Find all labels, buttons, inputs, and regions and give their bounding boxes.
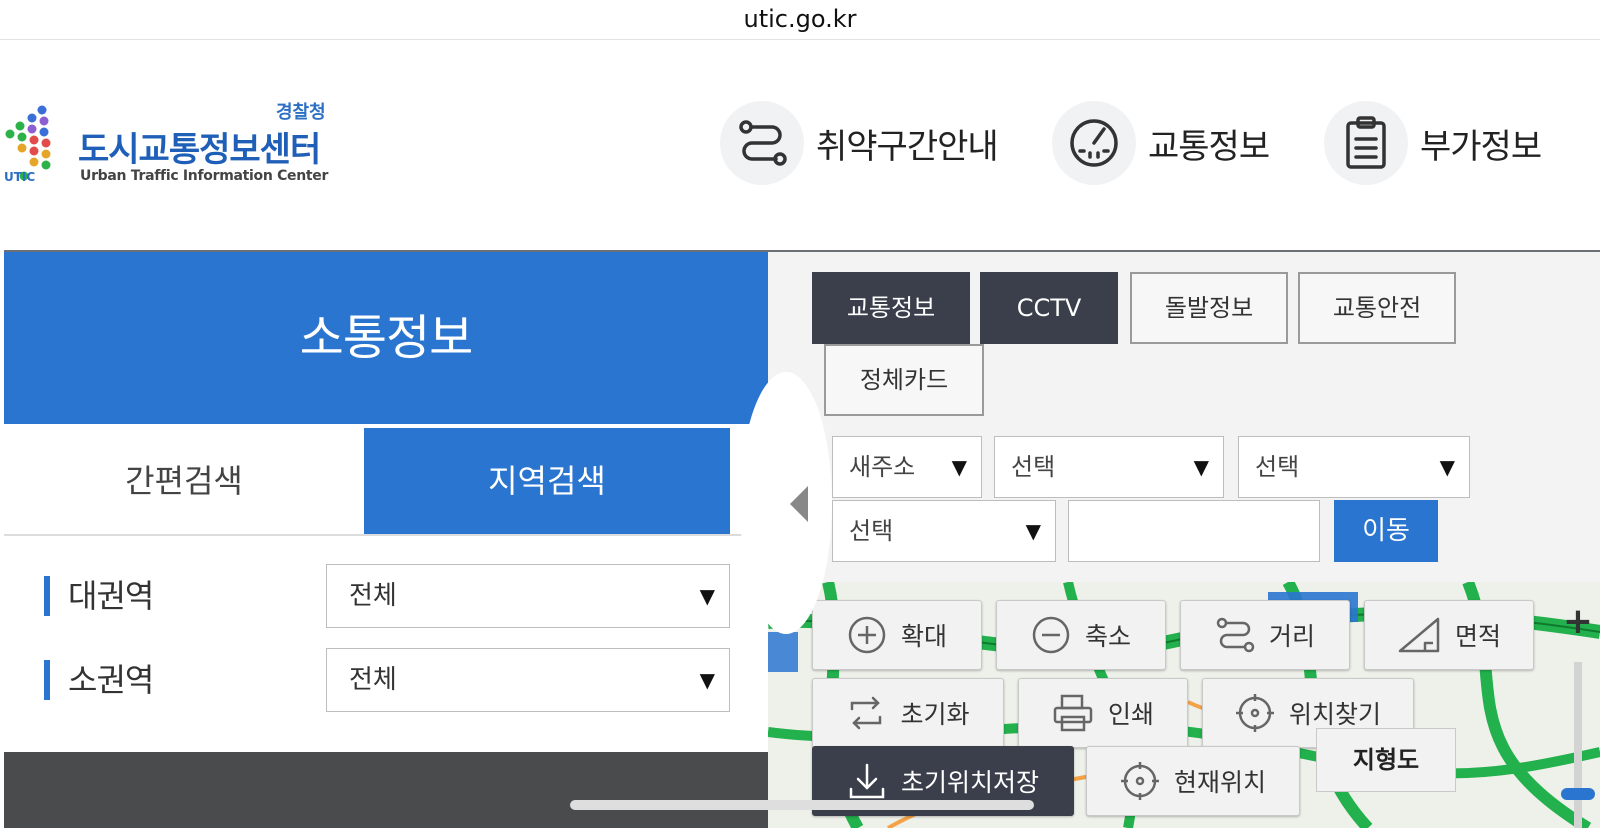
zoom-slider-track[interactable] — [1574, 662, 1582, 828]
print-label: 인쇄 — [1107, 700, 1154, 729]
reset-button[interactable]: 초기화 — [812, 678, 1004, 748]
crosshair-icon — [1235, 694, 1274, 732]
browser-url-bar[interactable]: utic.go.kr — [0, 0, 1600, 40]
dropdown-arrow-icon: ▼ — [699, 668, 715, 692]
dropdown-arrow-icon: ▼ — [1193, 455, 1209, 479]
major-region-select[interactable]: 전체 ▼ — [326, 564, 730, 628]
tab-congestion-card[interactable]: 정체카드 — [824, 344, 984, 416]
subtab-divider — [4, 534, 768, 536]
area-button[interactable]: 면적 — [1364, 600, 1534, 670]
panel-collapse-handle[interactable] — [740, 372, 832, 634]
clipboard-icon — [1324, 101, 1408, 185]
traffic-flow-panel: 소통정보 간편검색 지역검색 대권역 전체 ▼ 소권역 전체 ▼ — [4, 252, 768, 828]
minor-region-select[interactable]: 전체 ▼ — [326, 648, 730, 712]
tab-region-search[interactable]: 지역검색 — [364, 428, 730, 534]
collapse-arrow-icon[interactable] — [790, 486, 808, 522]
site-header: 경찰청 도시교통정보센터 UTIC Urban Traffic Informat… — [0, 40, 1600, 250]
major-region-label: 대권역 — [68, 577, 154, 615]
label-marker — [44, 576, 50, 616]
zoom-out-icon — [1032, 616, 1070, 654]
dropdown-arrow-icon: ▼ — [951, 455, 967, 479]
zoom-in-label: 확대 — [900, 622, 947, 651]
dropdown-arrow-icon: ▼ — [699, 584, 715, 608]
utic-logo[interactable]: 경찰청 도시교통정보센터 UTIC Urban Traffic Informat… — [0, 96, 340, 196]
major-region-value: 전체 — [349, 581, 397, 611]
map-zoom-plus-button[interactable]: + — [1558, 602, 1598, 642]
speedometer-icon — [1052, 101, 1136, 185]
dropdown-arrow-icon: ▼ — [1025, 519, 1041, 543]
find-location-label: 위치찾기 — [1288, 700, 1381, 729]
url-text: utic.go.kr — [743, 5, 857, 33]
distance-icon — [1216, 617, 1255, 653]
area-icon — [1398, 617, 1440, 653]
topnav-label: 부가정보 — [1420, 126, 1542, 167]
print-button[interactable]: 인쇄 — [1018, 678, 1188, 748]
map-panel: 교통정보 CCTV 돌발정보 교통안전 정체카드 새주소 ▼ 선택 ▼ 선택 ▼… — [768, 252, 1600, 828]
topnav-label: 취약구간안내 — [816, 126, 999, 167]
zoom-out-button[interactable]: 축소 — [996, 600, 1166, 670]
left-panel-footer — [4, 752, 768, 828]
tab-traffic-info[interactable]: 교통정보 — [812, 272, 970, 344]
topnav-vulnerable-sections[interactable]: 취약구간안내 — [720, 100, 999, 186]
logo-agency: 경찰청 — [276, 102, 326, 123]
topnav-label: 교통정보 — [1148, 126, 1270, 167]
panel-title: 소통정보 — [4, 252, 768, 424]
zoom-in-button[interactable]: 확대 — [812, 600, 982, 670]
sigungu-value: 선택 — [1255, 453, 1300, 481]
tab-traffic-safety[interactable]: 교통안전 — [1298, 272, 1456, 344]
logo-subtitle: Urban Traffic Information Center — [80, 168, 329, 184]
address-search-input[interactable] — [1068, 500, 1320, 562]
area-label: 면적 — [1454, 622, 1501, 651]
download-icon — [849, 763, 885, 799]
save-initial-location-label: 초기위치저장 — [900, 768, 1039, 797]
road-select[interactable]: 선택 ▼ — [832, 500, 1056, 562]
minor-region-label: 소권역 — [68, 661, 154, 699]
print-icon — [1053, 694, 1093, 732]
current-location-button[interactable]: 현재위치 — [1086, 746, 1300, 816]
tab-easy-search[interactable]: 간편검색 — [4, 428, 364, 534]
logo-abbr: UTIC — [4, 170, 36, 184]
distance-button[interactable]: 거리 — [1180, 600, 1350, 670]
major-region-row: 대권역 전체 ▼ — [44, 564, 734, 628]
traffic-map[interactable]: 확대 축소 거리 면적 + 초기화 인쇄 위치찾기 지형도 초기위치저장 현재위… — [768, 582, 1600, 828]
terrain-map-button[interactable]: 지형도 — [1316, 728, 1456, 792]
tab-incident-info[interactable]: 돌발정보 — [1130, 272, 1288, 344]
current-location-label: 현재위치 — [1173, 768, 1266, 797]
home-indicator — [570, 800, 1034, 810]
zoom-in-icon — [848, 616, 886, 654]
address-type-value: 새주소 — [849, 453, 916, 481]
minor-region-value: 전체 — [349, 665, 397, 695]
crosshair-icon — [1120, 762, 1159, 800]
road-value: 선택 — [849, 517, 894, 545]
topnav-traffic-info[interactable]: 교통정보 — [1052, 100, 1270, 186]
reset-label: 초기화 — [900, 700, 970, 729]
tab-cctv[interactable]: CCTV — [980, 272, 1118, 344]
move-button[interactable]: 이동 — [1334, 500, 1438, 562]
logo-title: 도시교통정보센터 — [78, 130, 321, 170]
zoom-out-label: 축소 — [1084, 622, 1131, 651]
topnav-additional-info[interactable]: 부가정보 — [1324, 100, 1542, 186]
address-type-select[interactable]: 새주소 ▼ — [832, 436, 982, 498]
reset-icon — [851, 696, 882, 730]
sido-value: 선택 — [1011, 453, 1056, 481]
minor-region-row: 소권역 전체 ▼ — [44, 648, 734, 712]
sigungu-select[interactable]: 선택 ▼ — [1238, 436, 1470, 498]
sido-select[interactable]: 선택 ▼ — [994, 436, 1224, 498]
distance-label: 거리 — [1268, 622, 1315, 651]
label-marker — [44, 660, 50, 700]
zoom-slider-handle[interactable] — [1561, 788, 1595, 800]
dropdown-arrow-icon: ▼ — [1439, 455, 1455, 479]
route-icon — [720, 101, 804, 185]
